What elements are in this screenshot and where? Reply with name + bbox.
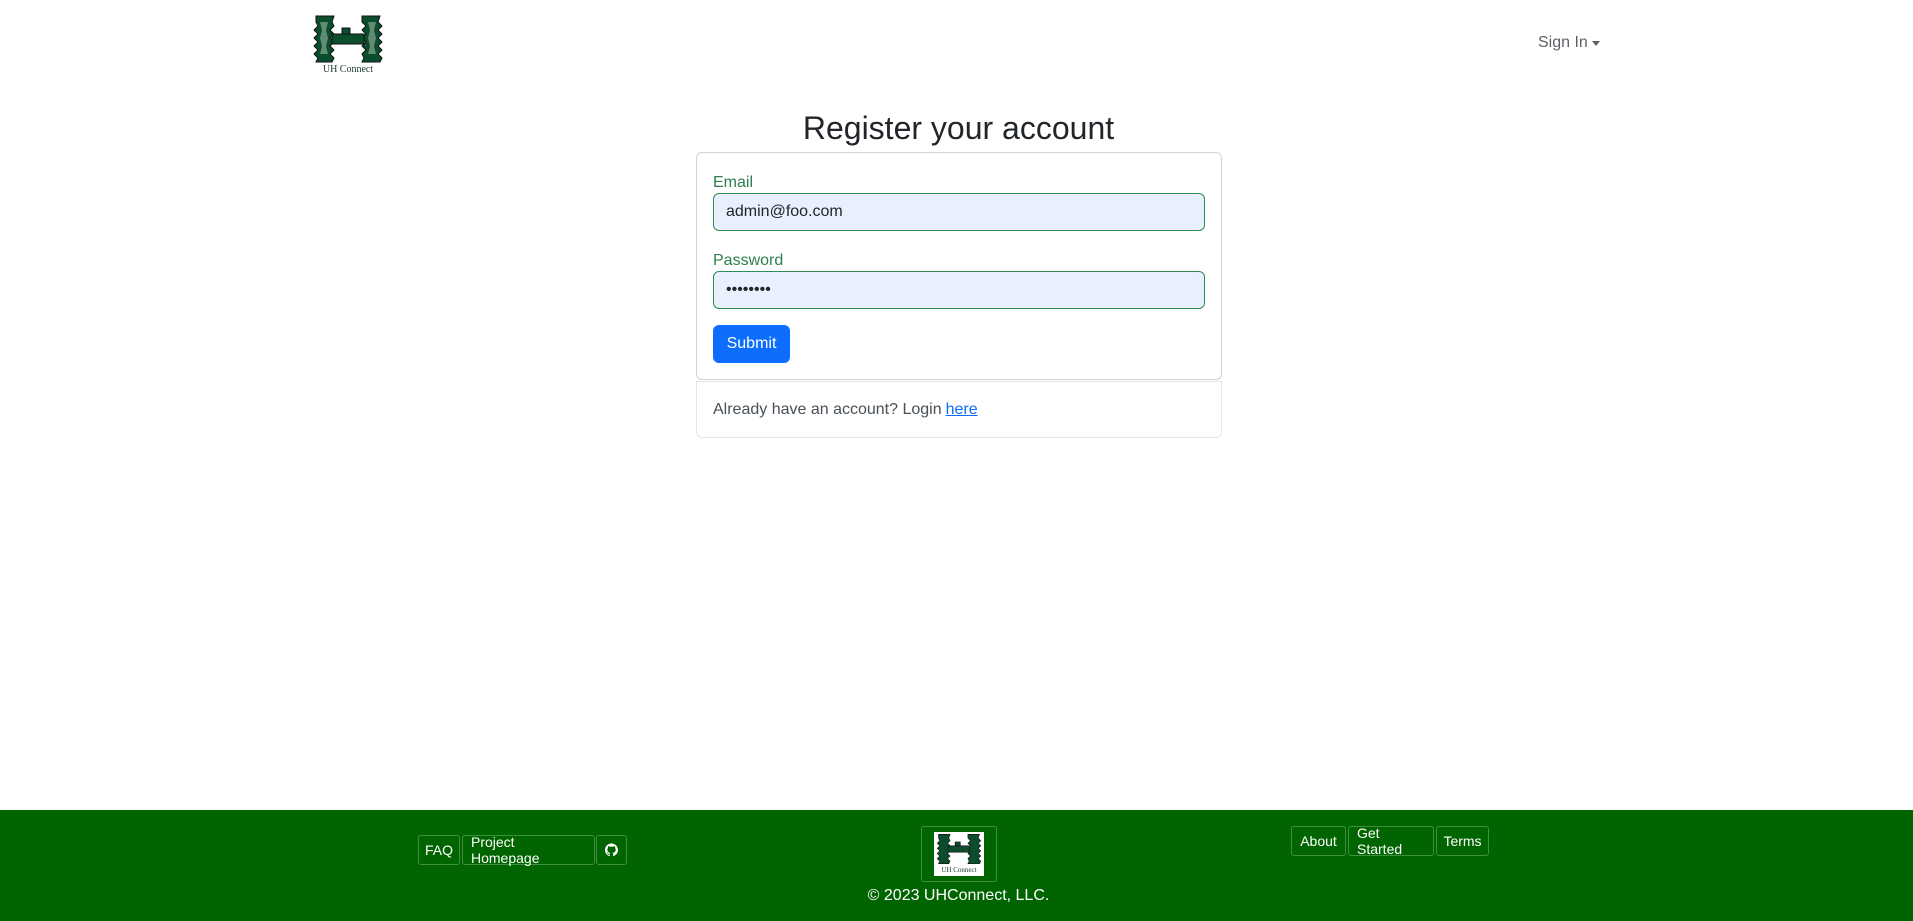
footer-get-started-link[interactable]: Get Started bbox=[1348, 825, 1434, 857]
password-field[interactable] bbox=[713, 271, 1205, 309]
signin-label: Sign In bbox=[1538, 34, 1588, 51]
brand-text: UH Connect bbox=[322, 64, 374, 75]
login-prompt-text: Already have an account? Login bbox=[713, 400, 942, 418]
login-prompt-card: Already have an account? Login here bbox=[696, 381, 1222, 438]
footer-project-homepage-link[interactable]: Project Homepage bbox=[462, 834, 595, 866]
footer: FAQ Project Homepage UH Connect About Ge… bbox=[0, 810, 1913, 921]
submit-button[interactable]: Submit bbox=[713, 325, 790, 363]
login-link[interactable]: here bbox=[946, 401, 978, 419]
footer-github-link[interactable] bbox=[596, 835, 627, 865]
navbar: UH Connect Sign In bbox=[0, 0, 1913, 90]
email-field[interactable] bbox=[713, 193, 1205, 231]
footer-logo-link[interactable]: UH Connect bbox=[921, 826, 997, 882]
footer-about-link[interactable]: About bbox=[1291, 826, 1346, 856]
uh-logo-icon bbox=[313, 15, 383, 63]
caret-down-icon bbox=[1591, 41, 1600, 46]
email-label: Email bbox=[713, 174, 754, 191]
register-form: Email Password Submit bbox=[696, 152, 1222, 380]
footer-logo-text: UH Connect bbox=[941, 866, 977, 874]
uh-logo-icon bbox=[936, 833, 982, 865]
page: UH Connect Sign In Register your account… bbox=[0, 0, 1913, 921]
signin-dropdown-toggle[interactable]: Sign In bbox=[1538, 34, 1600, 52]
brand-logo-link[interactable]: UH Connect bbox=[311, 14, 385, 78]
copyright-text: © 2023 UHConnect, LLC. bbox=[867, 887, 1050, 904]
page-title: Register your account bbox=[802, 110, 1115, 146]
github-icon bbox=[605, 843, 618, 857]
footer-terms-link[interactable]: Terms bbox=[1436, 826, 1489, 856]
password-label: Password bbox=[713, 252, 784, 269]
footer-logo: UH Connect bbox=[934, 832, 984, 876]
footer-faq-link[interactable]: FAQ bbox=[418, 835, 460, 865]
